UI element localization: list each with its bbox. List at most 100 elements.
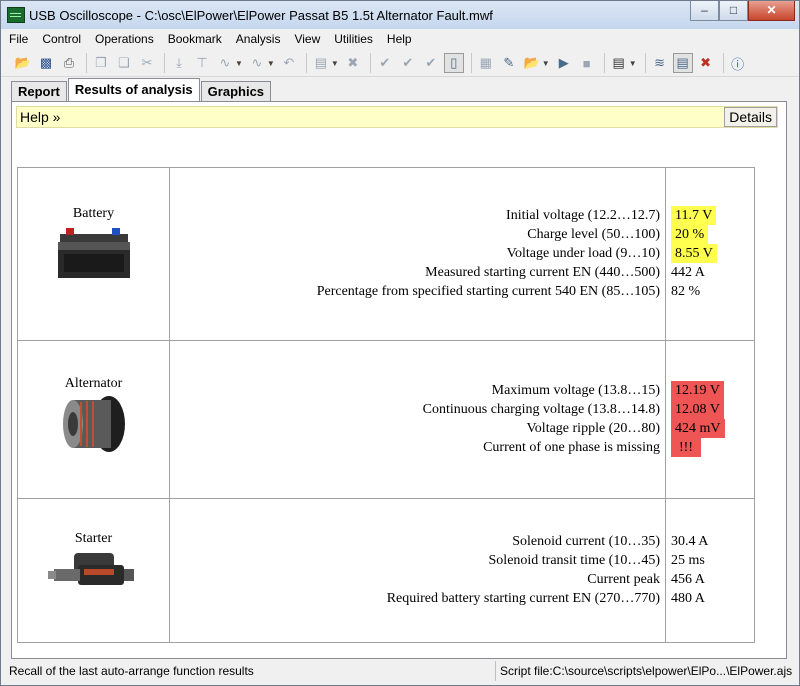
measurement-label: Solenoid transit time (10…45) (488, 553, 660, 568)
save-icon[interactable]: ▩ (36, 53, 56, 73)
starter-icon (47, 553, 134, 585)
chevron-down-icon[interactable]: ▼ (267, 59, 275, 68)
measurement-value: 442 A (671, 265, 705, 280)
measurement-label: Solenoid current (10…35) (512, 534, 660, 549)
marker-down-icon[interactable]: ⤓ (169, 53, 189, 73)
toolbar-separator (644, 53, 646, 73)
measurement-label: Required battery starting current EN (27… (386, 591, 660, 606)
battery-icon (57, 228, 130, 278)
results-table: Battery Initial voltage (12.2…12.7) Char… (17, 167, 755, 643)
menu-file[interactable]: File (9, 32, 28, 50)
maximize-button[interactable]: □ (719, 1, 748, 21)
chevron-down-icon[interactable]: ▼ (331, 59, 339, 68)
marker-line-icon[interactable]: ⊤ (192, 53, 212, 73)
component-name: Alternator (64, 376, 123, 391)
measurement-label: Voltage under load (9…10) (506, 246, 660, 261)
measurement-labels: Solenoid current (10…35) Solenoid transi… (169, 498, 666, 643)
report-icon[interactable]: ▤ (672, 53, 693, 73)
graph-icon[interactable]: ≋ (650, 53, 670, 73)
toolbar-separator (164, 53, 165, 73)
oscilloscope-app-icon (7, 7, 25, 23)
menu-utilities[interactable]: Utilities (334, 32, 373, 50)
menu-view[interactable]: View (294, 32, 320, 50)
tab-results-of-analysis[interactable]: Results of analysis (67, 78, 200, 101)
measurement-label: Initial voltage (12.2…12.7) (506, 208, 660, 223)
menu-operations[interactable]: Operations (95, 32, 154, 50)
waveform-b-icon[interactable]: ∿ (247, 53, 267, 73)
measurement-value: 82 % (671, 284, 701, 299)
copy-icon[interactable]: ❐ (91, 53, 111, 73)
chevron-down-icon[interactable]: ▼ (542, 59, 550, 68)
script-file-path: Script file:C:\source\scripts\elpower\El… (495, 661, 800, 681)
edit-script-icon[interactable]: ✎ (499, 53, 519, 73)
results-panel: Help » Details Battery Initial voltage (… (11, 101, 787, 659)
chevron-down-icon[interactable]: ▼ (235, 59, 243, 68)
menu-bar: File Control Operations Bookmark Analysi… (1, 29, 799, 50)
clear-icon[interactable]: ✖ (696, 53, 716, 73)
measurement-value-fault: 12.08 V (671, 400, 724, 419)
measurement-labels: Maximum voltage (13.8…15) Continuous cha… (169, 340, 666, 499)
check-double-icon[interactable]: ✔ (421, 53, 441, 73)
menu-control[interactable]: Control (42, 32, 81, 50)
menu-analysis[interactable]: Analysis (236, 32, 281, 50)
open-script-icon[interactable]: 📂 (522, 53, 542, 73)
measurement-label: Percentage from specified starting curre… (316, 284, 660, 299)
menu-help[interactable]: Help (387, 32, 412, 50)
add-window-icon[interactable]: ▤ (311, 53, 331, 73)
print-icon[interactable]: ⎙ (59, 53, 79, 73)
help-icon[interactable]: ⓘ (728, 53, 748, 73)
measurement-label: Measured starting current EN (440…500) (425, 265, 660, 280)
tab-graphics[interactable]: Graphics (200, 81, 272, 101)
measurement-label: Continuous charging voltage (13.8…14.8) (422, 402, 660, 417)
toolbar-separator (722, 53, 724, 73)
run-script-icon[interactable]: ▶ (554, 53, 574, 73)
toolbar-separator (369, 53, 371, 73)
tab-report[interactable]: Report (11, 81, 67, 101)
open-folder-icon[interactable]: 📂 (13, 53, 33, 73)
measurement-labels: Initial voltage (12.2…12.7) Charge level… (169, 167, 666, 341)
toolbar-separator (305, 53, 307, 73)
measurement-label: Voltage ripple (20…80) (526, 421, 661, 436)
starter-section: Starter Solenoid current (10…35) Solenoi… (17, 498, 755, 643)
tab-bar: Report Results of analysis Graphics (11, 78, 272, 101)
measurement-values: 11.7 V 20 % 8.55 V 442 A 82 % (665, 167, 755, 341)
window-title: USB Oscilloscope - C:\osc\ElPower\ElPowe… (29, 8, 493, 23)
check-down-icon[interactable]: ✔ (398, 53, 418, 73)
toolbar: 📂 ▩ ⎙ ❐ ❏ ✂ ⤓ ⊤ ∿ ▼ ∿ ▼ ↶ ▤ ▼ ✖ ✔ ✔ ✔ ▯ ▦ ✎… (1, 50, 799, 77)
paste-icon[interactable]: ❏ (114, 53, 134, 73)
stop-script-icon[interactable]: ■ (577, 53, 597, 73)
close-button[interactable]: ✕ (748, 1, 795, 21)
settings-panel-icon[interactable]: ▤ (609, 53, 629, 73)
measurement-value-fault: 424 mV (671, 419, 725, 438)
measurement-value-warning: 11.7 V (671, 206, 717, 225)
page-icon[interactable]: ▯ (443, 53, 464, 73)
measurement-value-fault: !!! (671, 438, 701, 457)
details-button[interactable]: Details (724, 107, 777, 127)
alternator-section: Alternator Maximum voltage (13.8…15) Con… (17, 340, 755, 499)
waveform-a-icon[interactable]: ∿ (215, 53, 235, 73)
measurement-value-fault: 12.19 V (671, 381, 724, 400)
measurement-label: Maximum voltage (13.8…15) (491, 383, 660, 398)
remove-icon[interactable]: ✖ (343, 53, 363, 73)
component-name: Starter (74, 531, 113, 546)
undo-icon[interactable]: ↶ (279, 53, 299, 73)
help-toggle[interactable]: Help » (20, 109, 60, 125)
measurement-values: 30.4 A 25 ms 456 A 480 A (665, 498, 755, 643)
measurement-value: 480 A (671, 591, 705, 606)
title-bar: USB Oscilloscope - C:\osc\ElPower\ElPowe… (1, 1, 799, 29)
menu-bookmark[interactable]: Bookmark (168, 32, 222, 50)
toolbar-separator (603, 53, 605, 73)
component-cell: Starter (17, 498, 170, 643)
cut-icon[interactable]: ✂ (137, 53, 157, 73)
check-icon[interactable]: ✔ (375, 53, 395, 73)
battery-section: Battery Initial voltage (12.2…12.7) Char… (17, 167, 755, 341)
status-bar: Recall of the last auto-arrange function… (1, 661, 799, 685)
toolbar-separator (470, 53, 472, 73)
component-cell: Alternator (17, 340, 170, 499)
measurement-label: Current of one phase is missing (483, 440, 660, 455)
minimize-button[interactable]: – (690, 1, 719, 21)
grid-icon[interactable]: ▦ (476, 53, 496, 73)
alternator-icon (62, 396, 125, 452)
chevron-down-icon[interactable]: ▼ (629, 59, 637, 68)
app-window: USB Oscilloscope - C:\osc\ElPower\ElPowe… (0, 0, 800, 686)
